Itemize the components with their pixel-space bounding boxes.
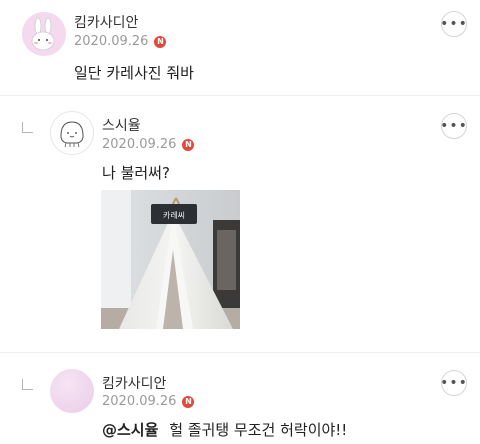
date-text: 2020.09.26 (102, 137, 177, 152)
date-text: 2020.09.26 (74, 34, 149, 49)
reply-icon (22, 379, 33, 390)
bunny-icon (22, 12, 66, 56)
teepee-tent-photo: 카레씨 (101, 190, 240, 329)
comment-1: 킴카사디안 2020.09.26 N ••• 일단 카레사진 줘바 (0, 0, 480, 95)
author-name[interactable]: 스시율 (102, 115, 141, 135)
new-badge: N (182, 138, 195, 151)
mention-link[interactable]: @스시율 (102, 421, 158, 439)
comment-text: 일단 카레사진 줘바 (74, 64, 194, 82)
comment-date: 2020.09.26 N (102, 137, 195, 152)
new-badge: N (182, 395, 195, 408)
more-options-button[interactable]: ••• (440, 113, 467, 139)
avatar[interactable] (50, 111, 94, 155)
date-text: 2020.09.26 (102, 394, 177, 409)
new-badge: N (154, 35, 167, 48)
comment-date: 2020.09.26 N (74, 34, 167, 49)
avatar[interactable] (50, 369, 94, 413)
comment-text: 나 불러써? (102, 164, 170, 182)
author-name[interactable]: 킴카사디안 (102, 373, 166, 393)
more-options-button[interactable]: ••• (440, 370, 467, 396)
avatar[interactable] (22, 12, 66, 56)
photo-sign-text: 카레씨 (163, 211, 185, 220)
author-name[interactable]: 킴카사디안 (74, 12, 138, 32)
reply-icon (22, 122, 33, 133)
comment-text-row: @스시율 헐 졸귀탱 무조건 허락이야!! (102, 419, 347, 440)
comment-3: 킴카사디안 2020.09.26 N ••• @스시율 헐 졸귀탱 무조건 허락… (0, 353, 480, 444)
comment-text: 헐 졸귀탱 무조건 허락이야!! (169, 421, 348, 439)
comment-2: 스시율 2020.09.26 N ••• 나 불러써? 카레씨 (0, 96, 480, 353)
smiley-character-icon (60, 121, 84, 148)
attached-photo[interactable]: 카레씨 (101, 190, 240, 329)
comment-date: 2020.09.26 N (102, 394, 195, 409)
more-options-button[interactable]: ••• (440, 11, 467, 37)
